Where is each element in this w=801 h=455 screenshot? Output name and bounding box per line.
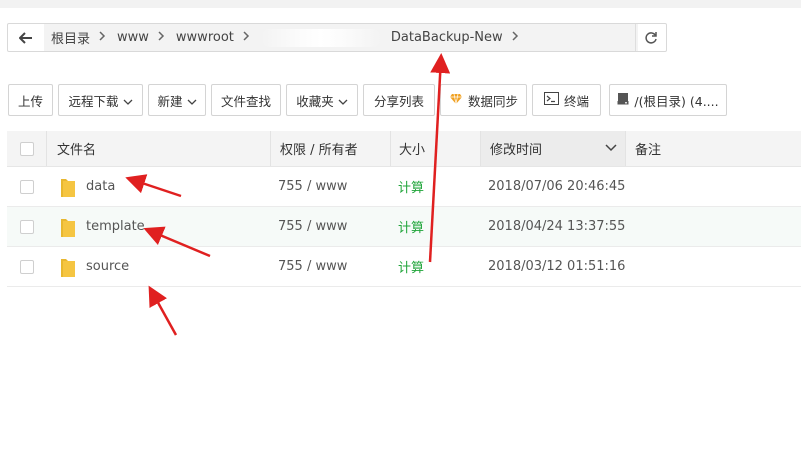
breadcrumb-current[interactable]: DataBackup-New xyxy=(391,30,503,45)
address-bar: 根目录 www wwwroot DataBackup-New xyxy=(7,23,667,52)
toolbar: 上传 远程下载 新建 文件查找 收藏夹 分享列表 数据同步 终端 /(根目录) … xyxy=(8,84,732,116)
table-row[interactable]: template 755 / www 计算 2018/04/24 13:37:5… xyxy=(7,207,801,247)
modified-time-cell: 2018/03/12 01:51:16 xyxy=(488,259,626,274)
size-calc-link[interactable]: 计算 xyxy=(398,207,424,246)
remote-download-button[interactable]: 远程下载 xyxy=(58,84,143,116)
file-name-cell[interactable]: data xyxy=(60,167,115,206)
refresh-icon xyxy=(645,31,657,44)
row-checkbox-cell xyxy=(20,247,34,286)
chevron-right-icon xyxy=(99,30,106,45)
diamond-icon xyxy=(449,93,463,108)
size-calc-link[interactable]: 计算 xyxy=(398,167,424,206)
table-row[interactable]: source 755 / www 计算 2018/03/12 01:51:16 xyxy=(7,247,801,287)
disk-button[interactable]: /(根目录) (4.... xyxy=(609,84,727,116)
breadcrumb-root[interactable]: 根目录 xyxy=(51,28,90,47)
file-search-button[interactable]: 文件查找 xyxy=(211,84,281,116)
row-checkbox[interactable] xyxy=(20,259,34,274)
folder-icon xyxy=(61,218,75,237)
new-button[interactable]: 新建 xyxy=(148,84,206,116)
breadcrumb-wwwroot[interactable]: wwwroot xyxy=(176,30,234,45)
permission-cell[interactable]: 755 / www xyxy=(278,247,347,286)
chevron-down-icon xyxy=(123,93,133,108)
column-permission[interactable]: 权限 / 所有者 xyxy=(271,131,391,166)
favorites-button[interactable]: 收藏夹 xyxy=(286,84,358,116)
column-modified-time[interactable]: 修改时间 xyxy=(481,131,626,166)
table-row[interactable]: data 755 / www 计算 2018/07/06 20:46:45 xyxy=(7,167,801,207)
chevron-down-icon xyxy=(605,141,617,156)
chevron-right-icon xyxy=(512,30,519,45)
select-all-cell xyxy=(7,131,47,166)
arrow-left-icon xyxy=(19,31,32,44)
annotation-arrow xyxy=(148,285,178,336)
modified-time-cell: 2018/04/24 13:37:55 xyxy=(488,219,626,234)
size-calc-link[interactable]: 计算 xyxy=(398,247,424,286)
breadcrumb-www[interactable]: www xyxy=(117,30,149,45)
chevron-right-icon xyxy=(243,30,250,45)
chevron-right-icon xyxy=(158,30,165,45)
terminal-icon xyxy=(543,92,559,108)
file-name-cell[interactable]: source xyxy=(60,247,129,286)
redacted-segment xyxy=(260,28,381,47)
select-all-checkbox[interactable] xyxy=(19,141,34,156)
file-name-cell[interactable]: template xyxy=(60,207,145,246)
row-checkbox-cell xyxy=(20,167,34,206)
folder-icon xyxy=(61,258,75,277)
chevron-down-icon xyxy=(338,93,348,108)
hard-drive-icon xyxy=(617,92,629,108)
top-strip xyxy=(0,0,801,8)
breadcrumb: 根目录 www wwwroot DataBackup-New xyxy=(44,24,638,51)
folder-icon xyxy=(61,178,75,197)
row-checkbox[interactable] xyxy=(20,179,34,194)
permission-cell[interactable]: 755 / www xyxy=(278,207,347,246)
column-size[interactable]: 大小 xyxy=(391,131,481,166)
terminal-button[interactable]: 终端 xyxy=(532,84,601,116)
chevron-down-icon xyxy=(187,93,197,108)
share-list-button[interactable]: 分享列表 xyxy=(363,84,435,116)
data-sync-button[interactable]: 数据同步 xyxy=(440,84,527,116)
column-name[interactable]: 文件名 xyxy=(47,131,271,166)
row-checkbox[interactable] xyxy=(20,219,34,234)
permission-cell[interactable]: 755 / www xyxy=(278,167,347,206)
upload-button[interactable]: 上传 xyxy=(8,84,53,116)
modified-time-cell: 2018/07/06 20:46:45 xyxy=(488,179,626,194)
column-note[interactable]: 备注 xyxy=(626,131,801,166)
row-checkbox-cell xyxy=(20,207,34,246)
back-button[interactable] xyxy=(8,24,45,51)
refresh-button[interactable] xyxy=(635,24,666,51)
file-table-header: 文件名 权限 / 所有者 大小 修改时间 备注 xyxy=(7,131,801,167)
